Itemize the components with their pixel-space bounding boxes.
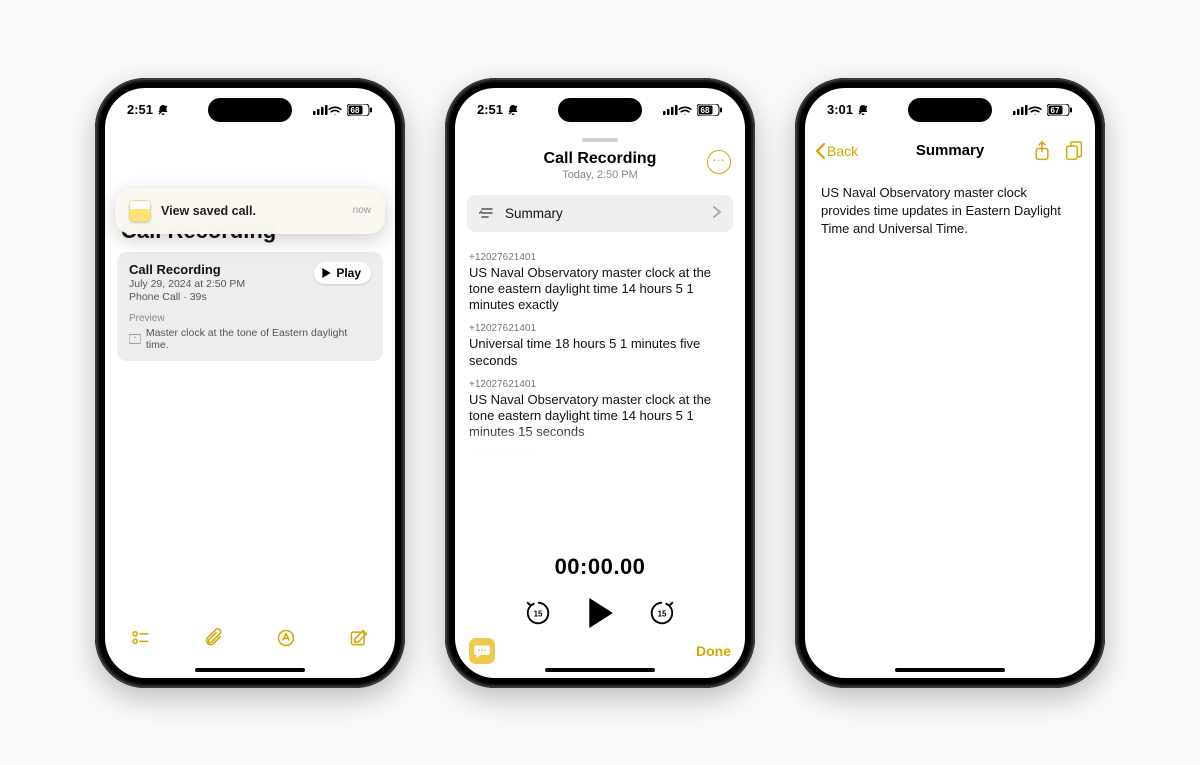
card-title: Call Recording	[129, 262, 314, 277]
messages-icon[interactable]	[469, 638, 495, 664]
do-not-disturb-icon	[507, 104, 519, 116]
chevron-left-icon	[815, 143, 825, 159]
svg-text:15: 15	[658, 609, 667, 618]
attachment-icon[interactable]	[204, 628, 224, 648]
play-icon	[322, 268, 331, 278]
forward-15-icon[interactable]: 15	[648, 599, 676, 627]
battery-icon: 68	[697, 104, 723, 116]
signal-wifi-icon	[663, 105, 693, 115]
dynamic-island	[558, 98, 642, 122]
preview-text: Master clock at the tone of Eastern dayl…	[146, 327, 371, 351]
markup-icon[interactable]	[276, 628, 296, 648]
recording-card[interactable]: Call Recording July 29, 2024 at 2:50 PM …	[117, 252, 383, 361]
transcript-area[interactable]: +12027621401 US Naval Observatory master…	[455, 232, 745, 454]
play-icon[interactable]	[586, 598, 614, 628]
play-label: Play	[336, 266, 361, 280]
preview-label: Preview	[129, 313, 371, 324]
playback-time: 00:00.00	[455, 554, 745, 580]
signal-wifi-icon	[1013, 105, 1043, 115]
summary-label: Summary	[505, 206, 563, 221]
transcript-line: US Naval Observatory master clock at the…	[469, 265, 731, 314]
done-button[interactable]: Done	[696, 643, 731, 659]
notes-app-icon	[129, 200, 151, 222]
rewind-15-icon[interactable]: 15	[524, 599, 552, 627]
nav-title: Summary	[916, 142, 984, 159]
svg-text:15: 15	[534, 609, 543, 618]
do-not-disturb-icon	[157, 104, 169, 116]
notification-time: now	[353, 205, 371, 216]
speaker-number: +12027621401	[469, 252, 731, 263]
battery-icon: 67	[1047, 104, 1073, 116]
status-time: 3:01	[827, 102, 853, 117]
speaker-number: +12027621401	[469, 379, 731, 390]
summary-icon	[479, 206, 495, 220]
home-indicator[interactable]	[195, 668, 305, 672]
phone-frame-2: 2:51 68 Call Recording	[445, 78, 755, 688]
battery-icon: 68	[347, 104, 373, 116]
notes-toolbar	[105, 616, 395, 660]
do-not-disturb-icon	[857, 104, 869, 116]
dynamic-island	[908, 98, 992, 122]
back-label: Back	[827, 143, 858, 159]
fade-overlay	[455, 426, 745, 454]
notification-text: View saved call.	[161, 204, 343, 218]
svg-text:68: 68	[351, 106, 360, 115]
svg-text:68: 68	[701, 106, 710, 115]
dynamic-island	[208, 98, 292, 122]
audio-player: 00:00.00 15 15	[455, 554, 745, 628]
home-indicator[interactable]	[895, 668, 1005, 672]
more-button[interactable]: ⋯	[707, 150, 731, 174]
summary-content: US Naval Observatory master clock provid…	[805, 170, 1095, 253]
card-subtitle: July 29, 2024 at 2:50 PM	[129, 278, 314, 290]
sheet-grabber[interactable]	[582, 138, 618, 142]
checklist-icon[interactable]	[131, 628, 151, 648]
speaker-number: +12027621401	[469, 323, 731, 334]
quote-icon: “	[129, 334, 141, 344]
card-detail: Phone Call · 39s	[129, 291, 314, 303]
phone-frame-1: 2:51 68 Call Recording	[95, 78, 405, 688]
chevron-right-icon	[713, 206, 721, 221]
phone-frame-3: 3:01 67 Back	[795, 78, 1105, 688]
sheet-title: Call Recording	[544, 150, 657, 168]
compose-icon[interactable]	[349, 628, 369, 648]
share-icon[interactable]	[1033, 141, 1051, 161]
status-time: 2:51	[127, 102, 153, 117]
signal-wifi-icon	[313, 105, 343, 115]
home-indicator[interactable]	[545, 668, 655, 672]
saved-call-notification[interactable]: View saved call. now	[115, 188, 385, 234]
summary-row[interactable]: Summary	[467, 195, 733, 232]
play-button[interactable]: Play	[314, 262, 371, 284]
svg-text:“: “	[134, 337, 136, 343]
copy-icon[interactable]	[1065, 141, 1083, 161]
svg-text:67: 67	[1051, 106, 1060, 115]
status-time: 2:51	[477, 102, 503, 117]
sheet-subtitle: Today, 2:50 PM	[455, 169, 745, 181]
nav-bar: Back Summary	[805, 132, 1095, 170]
back-button[interactable]: Back	[815, 143, 858, 159]
transcript-line: Universal time 18 hours 5 1 minutes five…	[469, 336, 731, 369]
